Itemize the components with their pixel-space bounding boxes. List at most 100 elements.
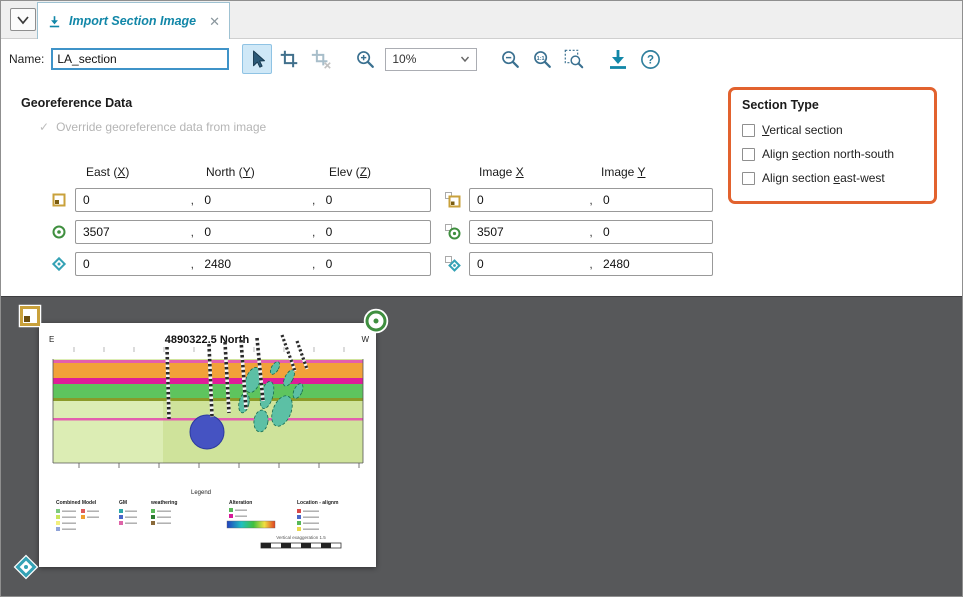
svg-text:?: ? bbox=[647, 54, 654, 66]
zoom-out-button[interactable] bbox=[495, 44, 525, 74]
origin-image-marker-icon bbox=[445, 192, 461, 208]
elev-input[interactable]: 0 bbox=[319, 257, 430, 271]
actual-size-button[interactable]: 1:1 bbox=[527, 44, 557, 74]
comma-separator: , bbox=[586, 193, 596, 207]
north-input[interactable]: 0 bbox=[197, 193, 308, 207]
import-icon bbox=[606, 47, 630, 71]
yaxis-image-marker-icon bbox=[445, 256, 461, 272]
legend-column-headers: Combined Model GM weathering Alteration … bbox=[56, 500, 339, 506]
image-x-input[interactable]: 0 bbox=[470, 257, 586, 271]
image-y-input[interactable]: 2480 bbox=[596, 257, 712, 271]
override-georeference-label: Override georeference data from image bbox=[56, 120, 266, 134]
elev-input[interactable]: 0 bbox=[319, 225, 430, 239]
svg-text:GM: GM bbox=[119, 500, 127, 506]
georeference-data-heading: Georeference Data bbox=[21, 96, 132, 110]
comma-separator: , bbox=[309, 257, 319, 271]
cursor-icon bbox=[246, 48, 268, 70]
image-x-input[interactable]: 0 bbox=[470, 193, 586, 207]
image-y-input[interactable]: 0 bbox=[596, 225, 712, 239]
section-image-preview[interactable]: 4890322.5 North E W bbox=[39, 323, 376, 567]
comma-separator: , bbox=[309, 225, 319, 239]
tab-close-icon[interactable]: ✕ bbox=[209, 15, 220, 28]
yaxis-marker-handle[interactable] bbox=[13, 554, 39, 580]
column-header-north: North (Y) bbox=[206, 165, 255, 179]
legend-swatches bbox=[56, 508, 319, 531]
georeference-row-xaxis: 3507 , 0 , 0 3507 , 0 bbox=[1, 220, 962, 244]
blue-intrusion bbox=[190, 415, 224, 449]
svg-text:1:1: 1:1 bbox=[537, 56, 545, 62]
help-button[interactable]: ? bbox=[635, 44, 665, 74]
zoom-level-value: 10% bbox=[392, 52, 460, 66]
svg-text:Combined Model: Combined Model bbox=[56, 500, 97, 506]
chevron-down-icon bbox=[460, 55, 470, 63]
remove-crop-button[interactable] bbox=[306, 44, 336, 74]
select-tool-button[interactable] bbox=[242, 44, 272, 74]
georeference-row-yaxis: 0 , 2480 , 0 0 , 2480 bbox=[1, 252, 962, 276]
checkbox-icon bbox=[742, 172, 755, 185]
world-coordinates-field: 3507 , 0 , 0 bbox=[75, 220, 431, 244]
comma-separator: , bbox=[187, 225, 197, 239]
xaxis-marker-icon bbox=[51, 224, 67, 240]
scale-bar bbox=[261, 543, 341, 548]
north-input[interactable]: 0 bbox=[197, 225, 308, 239]
chevron-down-icon bbox=[14, 13, 32, 27]
crop-remove-icon bbox=[310, 48, 332, 70]
import-image-button[interactable] bbox=[603, 44, 633, 74]
column-header-image-y: Image Y bbox=[601, 165, 645, 179]
preview-title: 4890322.5 North bbox=[165, 334, 250, 346]
image-canvas: 4890322.5 North E W bbox=[1, 296, 963, 597]
image-x-input[interactable]: 3507 bbox=[470, 225, 586, 239]
align-east-west-checkbox[interactable]: Align section east-west bbox=[742, 171, 934, 185]
world-coordinates-field: 0 , 0 , 0 bbox=[75, 188, 431, 212]
crop-tool-button[interactable] bbox=[274, 44, 304, 74]
align-north-south-checkbox[interactable]: Align section north-south bbox=[742, 147, 934, 161]
comma-separator: , bbox=[309, 193, 319, 207]
column-header-east: East (X) bbox=[86, 165, 129, 179]
vertical-section-checkbox[interactable]: Vertical section bbox=[742, 123, 934, 137]
column-header-image-x: Image X bbox=[479, 165, 524, 179]
zoom-1to1-icon: 1:1 bbox=[531, 48, 553, 70]
zoom-in-button[interactable] bbox=[350, 44, 380, 74]
east-input[interactable]: 3507 bbox=[76, 225, 187, 239]
override-georeference-checkbox[interactable]: ✓ Override georeference data from image bbox=[39, 120, 266, 134]
tab-label: Import Section Image bbox=[69, 14, 196, 28]
zoom-fit-button[interactable] bbox=[559, 44, 589, 74]
name-label: Name: bbox=[9, 52, 44, 66]
north-input[interactable]: 2480 bbox=[197, 257, 308, 271]
toolbar: Name: bbox=[1, 39, 962, 79]
zoom-in-icon bbox=[354, 48, 376, 70]
origin-marker-handle[interactable] bbox=[17, 303, 43, 329]
column-header-elev: Elev (Z) bbox=[329, 165, 371, 179]
align-north-south-label: Align section north-south bbox=[762, 147, 894, 161]
name-input[interactable] bbox=[51, 48, 229, 70]
import-section-image-window: Import Section Image ✕ Name: bbox=[0, 0, 963, 597]
section-type-heading: Section Type bbox=[742, 98, 934, 112]
svg-text:Location - alignm: Location - alignm bbox=[297, 500, 339, 506]
import-icon bbox=[47, 14, 62, 29]
west-axis-label: W bbox=[361, 335, 369, 344]
image-y-input[interactable]: 0 bbox=[596, 193, 712, 207]
yaxis-marker-icon bbox=[51, 256, 67, 272]
elev-input[interactable]: 0 bbox=[319, 193, 430, 207]
east-input[interactable]: 0 bbox=[76, 257, 187, 271]
tab-list-dropdown-button[interactable] bbox=[10, 8, 36, 31]
world-coordinates-field: 0 , 2480 , 0 bbox=[75, 252, 431, 276]
checkbox-icon bbox=[742, 148, 755, 161]
east-axis-label: E bbox=[49, 335, 54, 344]
image-coordinates-field: 3507 , 0 bbox=[469, 220, 713, 244]
section-image-svg: 4890322.5 North E W bbox=[39, 323, 376, 567]
comma-separator: , bbox=[586, 257, 596, 271]
zoom-fit-icon bbox=[563, 48, 585, 70]
align-east-west-label: Align section east-west bbox=[762, 171, 885, 185]
zoom-level-select[interactable]: 10% bbox=[385, 48, 477, 71]
vertical-section-label: Vertical section bbox=[762, 123, 843, 137]
tab-import-section-image[interactable]: Import Section Image ✕ bbox=[37, 2, 230, 39]
xaxis-marker-handle[interactable] bbox=[363, 308, 389, 334]
svg-text:Alteration: Alteration bbox=[229, 500, 252, 506]
image-coordinates-field: 0 , 2480 bbox=[469, 252, 713, 276]
comma-separator: , bbox=[187, 257, 197, 271]
east-input[interactable]: 0 bbox=[76, 193, 187, 207]
xaxis-image-marker-icon bbox=[445, 224, 461, 240]
origin-marker-icon bbox=[51, 192, 67, 208]
crop-icon bbox=[278, 48, 300, 70]
